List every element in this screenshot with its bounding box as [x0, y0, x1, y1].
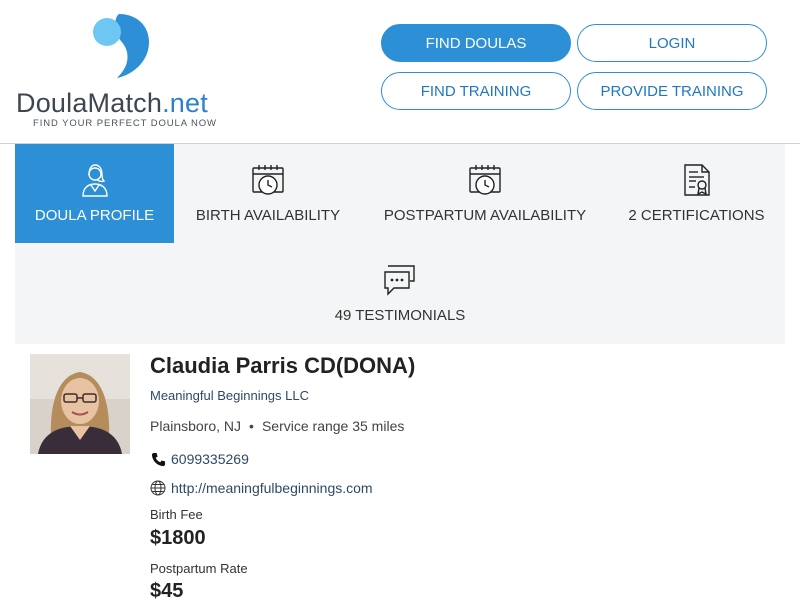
logo-mark-icon: [93, 14, 149, 78]
chat-bubbles-icon: [382, 262, 418, 298]
find-doulas-button[interactable]: FIND DOULAS: [381, 24, 571, 62]
website-link[interactable]: http://meaningfulbeginnings.com: [150, 480, 373, 496]
login-button[interactable]: LOGIN: [577, 24, 767, 62]
tab-label: 2 CERTIFICATIONS: [628, 207, 765, 224]
doula-company: Meaningful Beginnings LLC: [150, 388, 309, 403]
website-url: http://meaningfulbeginnings.com: [171, 480, 373, 496]
tab-certifications[interactable]: 2 CERTIFICATIONS: [608, 144, 785, 243]
tab-label: DOULA PROFILE: [34, 207, 155, 224]
profile-tabs: DOULA PROFILE BIRTH AVAILABILITY POSTPAR: [15, 144, 785, 344]
tab-label: 49 TESTIMONIALS: [334, 307, 466, 324]
tab-testimonials[interactable]: 49 TESTIMONIALS: [305, 244, 495, 343]
provide-training-button[interactable]: PROVIDE TRAINING: [577, 72, 767, 110]
tab-label: BIRTH AVAILABILITY: [195, 207, 341, 224]
find-training-button[interactable]: FIND TRAINING: [381, 72, 571, 110]
tab-postpartum-availability[interactable]: POSTPARTUM AVAILABILITY: [362, 144, 608, 243]
site-header: DoulaMatch.net FIND YOUR PERFECT DOULA N…: [0, 0, 800, 144]
site-logo[interactable]: DoulaMatch.net FIND YOUR PERFECT DOULA N…: [16, 10, 226, 135]
logo-wordmark: DoulaMatch.net: [16, 88, 208, 118]
doula-person-icon: [81, 162, 109, 198]
birth-fee-value: $1800: [150, 527, 206, 549]
doula-photo: [30, 354, 130, 454]
phone-link[interactable]: 6099335269: [150, 451, 249, 467]
tab-birth-availability[interactable]: BIRTH AVAILABILITY: [174, 144, 362, 243]
globe-icon: [150, 480, 166, 496]
city: Plainsboro, NJ: [150, 418, 242, 434]
phone-number: 6099335269: [171, 451, 249, 467]
logo-tagline: FIND YOUR PERFECT DOULA NOW: [33, 118, 217, 129]
tab-doula-profile[interactable]: DOULA PROFILE: [15, 144, 174, 243]
doula-name: Claudia Parris CD(DONA): [150, 353, 416, 378]
calendar-clock-icon: [251, 162, 285, 198]
certificate-icon: [682, 162, 712, 198]
doula-location: Plainsboro, NJ • Service range 35 miles: [150, 418, 404, 434]
service-range: Service range 35 miles: [261, 418, 405, 434]
tab-label: POSTPARTUM AVAILABILITY: [383, 207, 587, 224]
phone-icon: [150, 451, 166, 467]
separator-dot: •: [249, 418, 254, 434]
birth-fee-label: Birth Fee: [150, 507, 203, 522]
calendar-clock-icon: [468, 162, 502, 198]
postpartum-rate-label: Postpartum Rate: [150, 561, 248, 576]
